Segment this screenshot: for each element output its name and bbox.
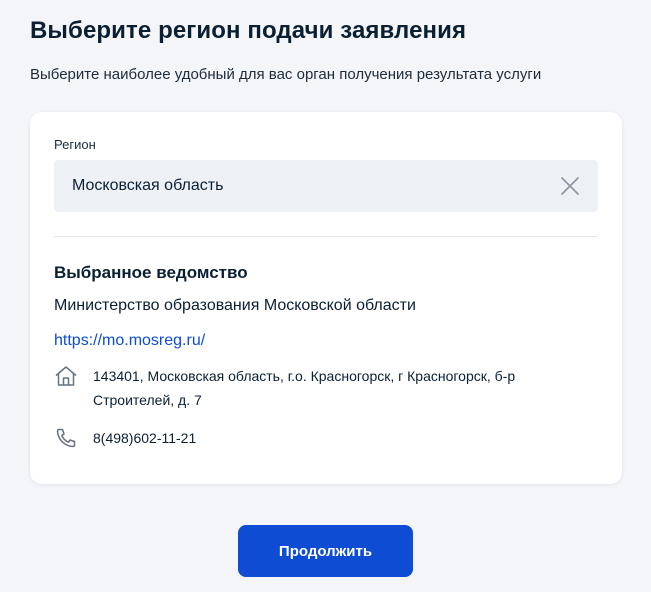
agency-heading: Выбранное ведомство — [54, 263, 248, 282]
continue-button[interactable]: Продолжить — [238, 525, 413, 577]
region-card: Регион Московская область Выбранное ведо… — [30, 112, 622, 484]
region-label: Регион — [54, 137, 96, 152]
divider — [54, 236, 598, 237]
phone-icon — [54, 426, 78, 450]
address-row: 143401, Московская область, г.о. Красног… — [54, 364, 533, 412]
region-value: Московская область — [72, 177, 224, 194]
agency-name: Министерство образования Московской обла… — [54, 297, 416, 314]
page-subtitle: Выберите наиболее удобный для вас орган … — [30, 66, 542, 83]
close-icon[interactable] — [560, 176, 580, 196]
agency-phone: 8(498)602-11-21 — [93, 430, 197, 446]
agency-link[interactable]: https://mo.mosreg.ru/ — [54, 330, 205, 352]
page-title: Выберите регион подачи заявления — [30, 17, 467, 44]
phone-row: 8(498)602-11-21 — [54, 426, 533, 450]
region-select[interactable]: Московская область — [54, 160, 598, 212]
agency-address: 143401, Московская область, г.о. Красног… — [93, 368, 516, 408]
house-icon — [54, 364, 78, 388]
